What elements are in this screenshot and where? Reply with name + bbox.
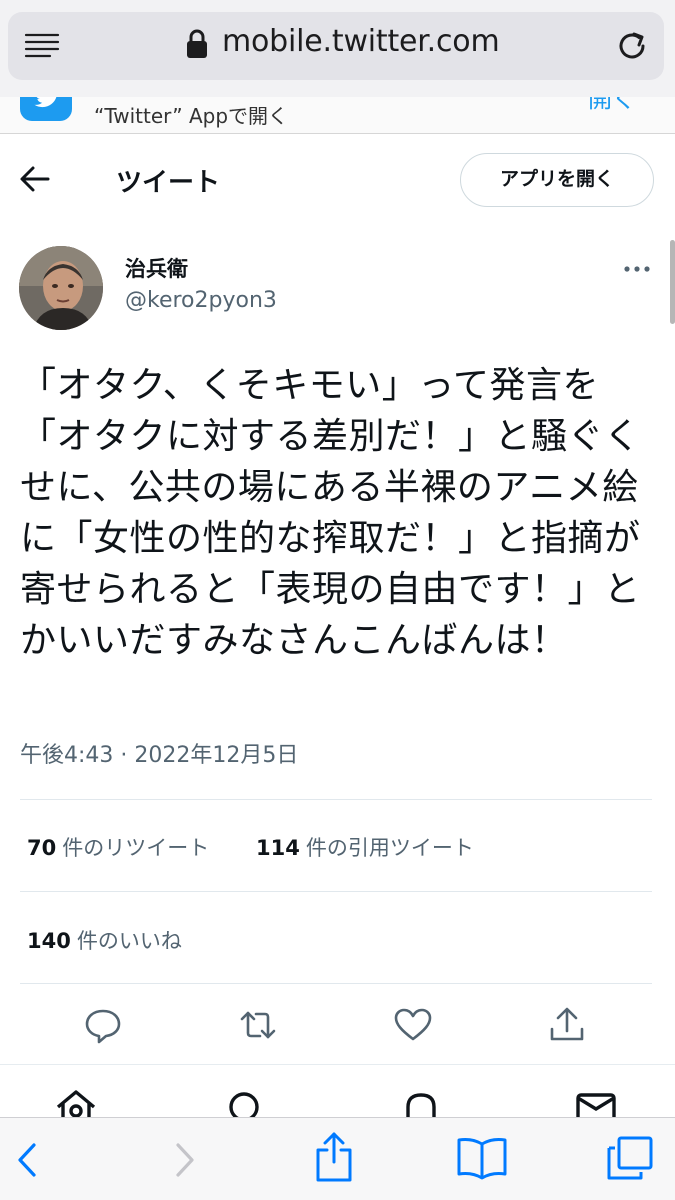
twitter-bottom-nav: [0, 1064, 675, 1120]
browser-top-bar: mobile.twitter.com: [0, 0, 675, 97]
user-handle[interactable]: @kero2pyon3: [125, 288, 277, 313]
display-name[interactable]: 治兵衛: [125, 253, 188, 283]
notifications-icon[interactable]: [399, 1087, 443, 1120]
likes-label: 件のいいね: [76, 929, 182, 953]
open-in-app-banner[interactable]: “Twitter” Appで開く 開く: [0, 97, 675, 134]
divider: [20, 983, 652, 984]
retweets-count: 70: [27, 836, 57, 860]
retweet-icon[interactable]: [238, 1005, 278, 1045]
messages-icon[interactable]: [574, 1087, 618, 1120]
avatar[interactable]: [19, 246, 103, 330]
retweets-label: 件のリツイート: [62, 836, 210, 860]
more-options-icon[interactable]: [622, 260, 652, 278]
back-arrow-icon[interactable]: [18, 164, 52, 194]
like-icon[interactable]: [393, 1005, 433, 1045]
reply-icon[interactable]: [83, 1005, 123, 1045]
scrollbar[interactable]: [670, 240, 675, 324]
forward-icon[interactable]: [170, 1140, 198, 1180]
quotes-stat[interactable]: 114 件の引用ツイート: [256, 832, 474, 862]
tweet-text: 「オタク、くそキモい」って発言を「オタクに対する差別だ！」と騒ぐくせに、公共の場…: [20, 365, 641, 661]
page-title: ツイート: [116, 168, 221, 198]
back-icon[interactable]: [14, 1140, 42, 1180]
browser-bottom-toolbar: [0, 1117, 675, 1200]
banner-open-link[interactable]: 開く: [588, 97, 636, 114]
tabs-icon[interactable]: [605, 1134, 655, 1182]
divider: [20, 799, 652, 800]
quotes-count: 114: [256, 836, 300, 860]
retweets-stat[interactable]: 70 件のリツイート: [27, 832, 209, 862]
search-icon[interactable]: [224, 1087, 268, 1120]
reader-menu-icon[interactable]: [22, 30, 62, 60]
open-app-button[interactable]: アプリを開く: [460, 153, 654, 207]
url-text[interactable]: mobile.twitter.com: [222, 24, 500, 59]
home-icon[interactable]: [54, 1087, 98, 1120]
twitter-logo-icon: [20, 97, 72, 121]
share-icon[interactable]: [314, 1130, 354, 1184]
lock-icon: [187, 29, 207, 58]
bookmarks-icon[interactable]: [456, 1136, 508, 1180]
divider: [20, 891, 652, 892]
likes-count: 140: [27, 929, 71, 953]
share-icon[interactable]: [547, 1005, 587, 1045]
quotes-label: 件の引用ツイート: [305, 836, 474, 860]
reload-icon[interactable]: [612, 26, 652, 66]
banner-text: “Twitter” Appで開く: [94, 104, 289, 128]
likes-stat[interactable]: 140 件のいいね: [27, 925, 182, 955]
tweet-timestamp[interactable]: 午後4:43 · 2022年12月5日: [20, 737, 298, 769]
